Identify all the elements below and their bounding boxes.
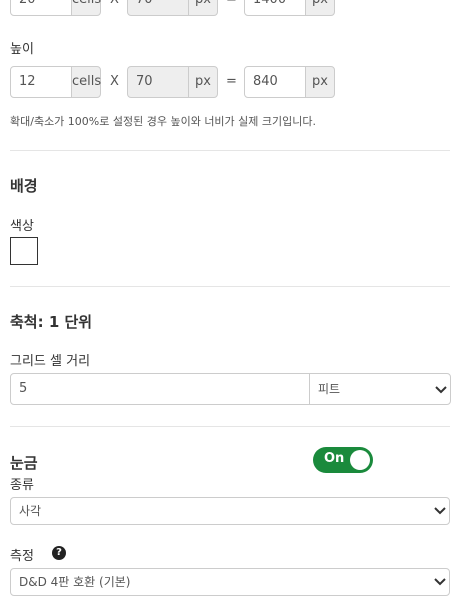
grid-type-value: 사각: [19, 504, 42, 518]
measurement-select[interactable]: D&D 4판 호환 (기본): [10, 568, 450, 596]
width-total-unit: px: [305, 0, 335, 16]
scale-heading: 축척: 1 단위: [10, 313, 93, 331]
background-color-swatch[interactable]: [10, 237, 38, 265]
grid-type-select[interactable]: 사각: [10, 497, 450, 525]
width-total-input[interactable]: 1400: [244, 0, 306, 16]
width-px-unit: px: [188, 0, 218, 16]
height-equals-sign: =: [226, 74, 237, 89]
size-help-text: 확대/축소가 100%로 설정된 경우 높이와 너비가 실제 크기입니다.: [10, 115, 317, 128]
chevron-down-icon: [434, 507, 446, 515]
background-heading: 배경: [10, 177, 38, 195]
height-total-unit: px: [305, 66, 335, 98]
grid-distance-input[interactable]: 5: [10, 373, 310, 405]
width-cells-unit: cells: [71, 0, 101, 16]
toggle-label: On: [324, 451, 345, 466]
height-cells-input[interactable]: 12: [10, 66, 72, 98]
width-px-input: 70: [127, 0, 189, 16]
width-equals-sign: =: [226, 0, 237, 16]
width-times-sign: X: [110, 0, 119, 16]
grid-type-label: 종류: [10, 478, 34, 493]
divider: [10, 150, 450, 151]
grid-heading: 눈금: [10, 454, 38, 472]
height-label: 높이: [10, 42, 34, 57]
measurement-value: D&D 4판 호환 (기본): [19, 575, 131, 589]
width-cells-value: 20: [19, 0, 36, 7]
height-times-sign: X: [110, 74, 119, 89]
question-circle-icon[interactable]: ?: [52, 546, 66, 560]
divider: [10, 286, 450, 287]
grid-distance-label: 그리드 셀 거리: [10, 354, 91, 369]
color-label: 색상: [10, 219, 34, 234]
toggle-knob: [350, 450, 370, 470]
height-px-input: 70: [127, 66, 189, 98]
height-cells-value: 12: [19, 74, 36, 89]
measurement-label: 측정: [10, 549, 34, 564]
width-cells-input[interactable]: 20: [10, 0, 72, 16]
distance-unit-value: 피트: [318, 382, 341, 396]
divider: [10, 426, 450, 427]
height-px-unit: px: [188, 66, 218, 98]
grid-toggle[interactable]: On: [313, 447, 373, 473]
distance-unit-select[interactable]: 피트: [309, 373, 451, 405]
height-total-input[interactable]: 840: [244, 66, 306, 98]
height-cells-unit: cells: [71, 66, 101, 98]
chevron-down-icon: [434, 578, 446, 586]
chevron-down-icon: [435, 386, 447, 394]
